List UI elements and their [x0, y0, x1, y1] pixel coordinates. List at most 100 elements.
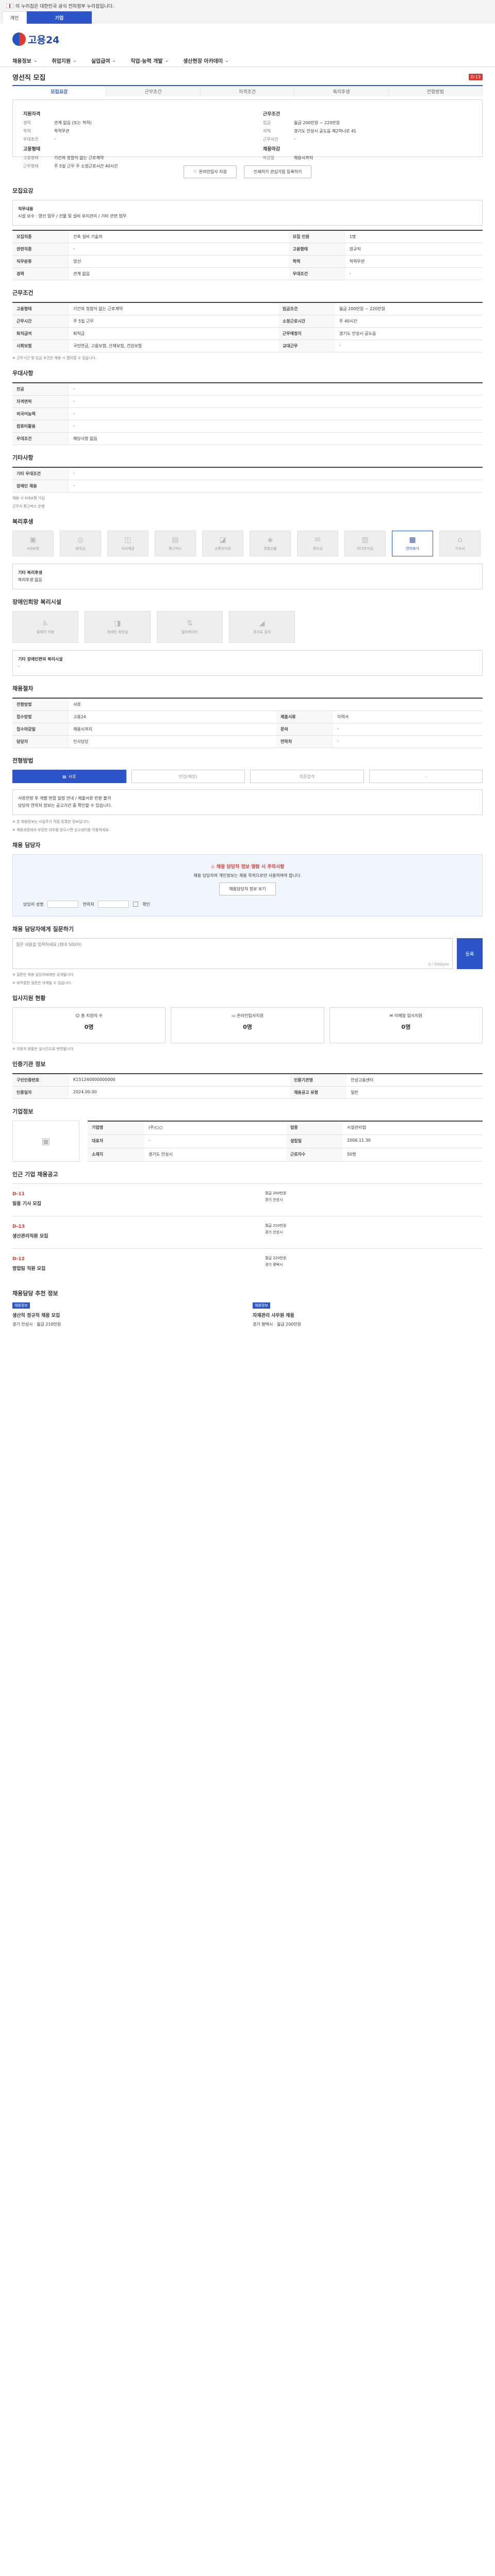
company-table: 기업명 (주)○○ 업종 시설관리업 대표자 - 설립일 2006.11.30 소재지 경기도… [88, 1121, 483, 1162]
tab-condition[interactable]: 근무조건 [106, 86, 201, 96]
kv-value: - [294, 137, 295, 141]
agree-checkbox[interactable] [133, 902, 139, 907]
step-label: - [425, 774, 427, 779]
job-item[interactable]: D-11 일용 기사 모집 월급 200만원 경기 안성시 [12, 1183, 483, 1216]
recommend-title[interactable]: 생산직 정규직 채용 모집 [12, 1312, 242, 1318]
th: 경력 [12, 267, 69, 280]
job-pay: 월급 200만원 [265, 1191, 287, 1195]
th: 학력 [288, 255, 345, 268]
kv-key: 우대조건 [23, 137, 39, 142]
welfare-label: 통근버스 [169, 547, 182, 551]
section-title: 장애인희망 복리시설 [12, 599, 61, 605]
logo[interactable]: 고용24 [0, 24, 495, 55]
job-item[interactable]: D-13 생산관리직원 모집 월급 210만원 경기 안성시 [12, 1216, 483, 1248]
agree-label: 확인 [142, 902, 151, 907]
td: 50명 [342, 1148, 483, 1162]
stat-label: 총 지원자 수 [81, 1013, 103, 1018]
td: 고용24 [69, 710, 277, 723]
tab-selection[interactable]: 전형방법 [389, 86, 483, 96]
facility-item: ⇅ 엘리베이터 [157, 611, 223, 643]
submit-button[interactable]: 등록 [457, 938, 483, 969]
section-title: 인근 기업 채용공고 [12, 1171, 58, 1178]
nav-support[interactable]: 취업지원 [52, 57, 76, 64]
nav-academy[interactable]: 생산현장 아카데미 [183, 57, 229, 64]
section-title: 채용담당 추천 정보 [12, 1290, 58, 1297]
section-title: 모집요강 [12, 188, 34, 194]
summary-left-head2: 고용형태 [23, 147, 41, 152]
mail-icon: ✉ [389, 1013, 394, 1018]
job-title[interactable]: 일용 기사 모집 [12, 1200, 250, 1207]
job-dday: D-13 [12, 1224, 25, 1229]
tab-qualification[interactable]: 자격조건 [201, 86, 295, 96]
facility-item: ◢ 경사로 설치 [229, 611, 295, 643]
welfare-label: 명절선물 [263, 547, 277, 551]
th: 자격면허 [12, 395, 69, 408]
job-title[interactable]: 생산관리직원 모집 [12, 1232, 250, 1239]
th: 모집직종 [12, 230, 69, 243]
section-title: 근무조건 [12, 290, 34, 296]
box-text: 복리후생 없음 [18, 578, 42, 582]
tab-personal[interactable]: 개인 [2, 11, 27, 24]
nav-benefit[interactable]: 실업급여 [91, 57, 116, 64]
th: 전형방법 [12, 698, 69, 711]
step-label: 최종합격 [299, 774, 315, 779]
tab-welfare[interactable]: 복리후생 [294, 86, 389, 96]
box-text: - [18, 664, 20, 669]
manager-box: ⚠ 채용 담당자 정보 열람 시 주의사항 채용 담당자의 개인정보는 채용 목… [12, 854, 483, 917]
th: 근로자수 [286, 1148, 343, 1162]
td: - [144, 1134, 286, 1148]
td: - [335, 340, 483, 352]
recommend-item[interactable]: 채용정보 자재관리 사무원 채용 경기 평택시 · 월급 200만원 [253, 1302, 483, 1327]
th: 업종 [286, 1121, 343, 1136]
section-title: 복리후생 [12, 518, 34, 525]
recommend-tag: 채용정보 [12, 1302, 30, 1309]
kv-key: 학력 [23, 129, 31, 133]
print-label: 인쇄하기 관심기업 등록하기 [253, 170, 302, 174]
tab-company[interactable]: 기업 [27, 11, 92, 24]
envelope-icon: ✉ [315, 536, 321, 544]
section-title: 채용 담당자 [12, 842, 41, 849]
document-icon: ▤ [62, 774, 67, 779]
th: 우대조건 [12, 432, 69, 445]
recommend-item[interactable]: 채용정보 생산직 정규직 채용 모집 경기 안성시 · 월급 210만원 [12, 1302, 242, 1327]
section-welfare: 복리후생 ▣ 4대보험 ◎ 퇴직금 ◫ 식사제공 ▤ 통근버스 ◪ 교통비지원 ◈ 명절선물… [12, 517, 483, 589]
td: 영선 [69, 255, 289, 268]
td: 퇴직금 [69, 327, 278, 340]
nav-training[interactable]: 직업·능력 개발 [130, 57, 169, 64]
recommend-title[interactable]: 자재관리 사무원 채용 [253, 1312, 483, 1318]
flag-icon [6, 3, 13, 8]
stat-value: 0명 [401, 1024, 411, 1030]
td: 주 40시간 [335, 315, 483, 328]
gov-text: 이 누리집은 대한민국 공식 전자정부 누리집입니다. [15, 4, 114, 9]
job-item[interactable]: D-12 영업팀 직원 모집 월급 220만원 경기 평택시 [12, 1248, 483, 1281]
note: ※ 본 채용정보는 사업주가 직접 등록한 정보입니다. [12, 820, 90, 824]
th: 고용형태 [288, 243, 345, 256]
stat-card: ✉ 이메일 입사지원 0명 [329, 1007, 483, 1043]
tab-recruit[interactable]: 모집요강 [12, 86, 107, 96]
job-title[interactable]: 영업팀 직원 모집 [12, 1265, 250, 1272]
th: 고용형태 [12, 302, 69, 315]
step-4: - [369, 770, 483, 783]
view-manager-button[interactable]: 채용담당자 정보 보기 [219, 883, 276, 895]
note: ※ 지원자 현황은 실시간으로 반영됩니다. [12, 1047, 75, 1051]
nav-jobs[interactable]: 채용정보 [12, 57, 37, 64]
td: 국민연금, 고용보험, 산재보험, 건강보험 [69, 340, 278, 352]
view-manager-label: 채용담당자 정보 보기 [229, 887, 266, 891]
print-button[interactable]: 인쇄하기 관심기업 등록하기 [243, 165, 312, 178]
section-manager: 채용 담당자 ⚠ 채용 담당자 정보 열람 시 주의사항 채용 담당자의 개인정… [12, 841, 483, 917]
welfare-item: ▣ 4대보험 [12, 531, 54, 556]
apply-label: 온라인입사 지원 [199, 170, 227, 174]
td: 주 5일 근무 [69, 315, 278, 328]
th: 직무분류 [12, 255, 69, 268]
th: 인증기관명 [290, 1074, 347, 1087]
box-head: 직무내용 [18, 207, 34, 211]
th: 문의 [276, 723, 334, 736]
preference-table: 전공 - 자격면허 - 외국어능력 - 컴퓨터활용 - 우대조건 해당사항 없음 [12, 382, 483, 445]
meal-icon: ◫ [124, 536, 131, 544]
question-input[interactable] [16, 942, 449, 960]
section-title: 전형방법 [12, 757, 34, 764]
facility-label: 엘리베이터 [181, 630, 199, 634]
apply-button[interactable]: ♡ 온라인입사 지원 [183, 165, 237, 178]
manager-phone-label: 연락처 [82, 902, 94, 907]
section-disabled: 장애인희망 복리시설 ♿ 휠체어 이용 ◨ 장애인 화장실 ⇅ 엘리베이터 ◢ 경사로 … [12, 598, 483, 676]
